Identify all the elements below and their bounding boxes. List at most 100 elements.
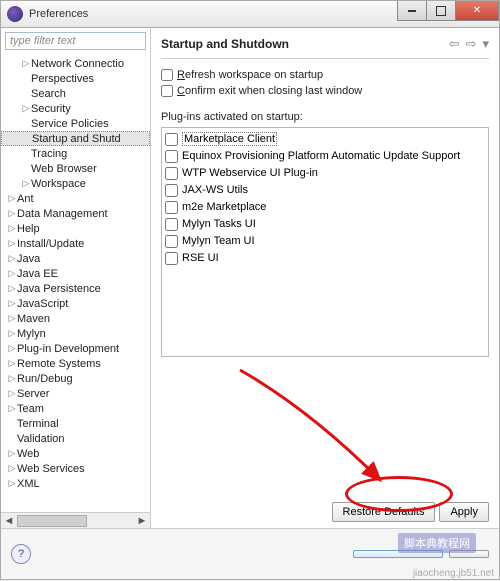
tree-item[interactable]: ▷Server <box>1 386 150 401</box>
tree-item[interactable]: ▷Data Management <box>1 206 150 221</box>
apply-button[interactable]: Apply <box>439 502 489 522</box>
plugin-checkbox[interactable] <box>165 201 178 214</box>
tree-item[interactable]: ▷Maven <box>1 311 150 326</box>
expand-icon[interactable]: ▷ <box>7 253 17 264</box>
tree-item[interactable]: ▷XML <box>1 476 150 491</box>
plugin-checkbox[interactable] <box>165 184 178 197</box>
tree-item-label: Ant <box>17 193 34 205</box>
content-area: type filter text ▷Network ConnectioPersp… <box>0 28 500 528</box>
plugin-checkbox[interactable] <box>165 252 178 265</box>
expand-icon[interactable]: ▷ <box>7 313 17 324</box>
expand-icon[interactable]: ▷ <box>7 283 17 294</box>
tree-item[interactable]: ▷Web <box>1 446 150 461</box>
plugin-item[interactable]: Equinox Provisioning Platform Automatic … <box>165 148 485 164</box>
expand-icon[interactable]: ▷ <box>7 328 17 339</box>
expand-icon[interactable]: ▷ <box>7 223 17 234</box>
expand-icon[interactable]: ▷ <box>21 103 31 114</box>
titlebar: Preferences <box>0 0 500 28</box>
tree-item[interactable]: Web Browser <box>1 161 150 176</box>
tree-item[interactable]: ▷Mylyn <box>1 326 150 341</box>
plugin-item[interactable]: Mylyn Tasks UI <box>165 216 485 232</box>
filter-input[interactable]: type filter text <box>5 32 146 50</box>
expand-icon[interactable]: ▷ <box>7 238 17 249</box>
plugin-label: Marketplace Client <box>182 132 277 146</box>
expand-icon[interactable]: ▷ <box>7 388 17 399</box>
tree-item[interactable]: ▷Network Connectio <box>1 56 150 71</box>
tree-item[interactable]: Terminal <box>1 416 150 431</box>
scroll-left-icon[interactable]: ◄ <box>1 514 17 528</box>
expand-icon[interactable]: ▷ <box>7 298 17 309</box>
plugin-checkbox[interactable] <box>165 218 178 231</box>
confirm-checkbox[interactable] <box>161 85 173 97</box>
sidebar-hscroll[interactable]: ◄ ► <box>1 512 150 528</box>
tree-item[interactable]: Search <box>1 86 150 101</box>
plugin-item[interactable]: m2e Marketplace <box>165 199 485 215</box>
tree-item[interactable]: ▷Ant <box>1 191 150 206</box>
tree-item[interactable]: ▷Web Services <box>1 461 150 476</box>
plugin-label: m2e Marketplace <box>182 201 266 213</box>
tree-item-label: Web Services <box>17 463 85 475</box>
plugin-item[interactable]: RSE UI <box>165 250 485 266</box>
help-icon[interactable]: ? <box>11 544 31 564</box>
tree-item[interactable]: Tracing <box>1 146 150 161</box>
plugin-item[interactable]: JAX-WS Utils <box>165 182 485 198</box>
plugin-item[interactable]: WTP Webservice UI Plug-in <box>165 165 485 181</box>
tree-item-label: Install/Update <box>17 238 84 250</box>
expand-icon[interactable]: ▷ <box>7 478 17 489</box>
plugin-checkbox[interactable] <box>165 235 178 248</box>
tree-item[interactable]: ▷Run/Debug <box>1 371 150 386</box>
close-button[interactable] <box>455 1 499 21</box>
tree-item[interactable]: ▷Java EE <box>1 266 150 281</box>
tree-item[interactable]: ▷Help <box>1 221 150 236</box>
tree-item[interactable]: ▷Java Persistence <box>1 281 150 296</box>
plugin-checkbox[interactable] <box>165 133 178 146</box>
tree-item-label: Search <box>31 88 66 100</box>
tree-item[interactable]: ▷Workspace <box>1 176 150 191</box>
expand-icon[interactable]: ▷ <box>7 403 17 414</box>
expand-icon[interactable]: ▷ <box>7 193 17 204</box>
nav-forward-icon[interactable]: ⇨ <box>466 36 477 52</box>
tree-item[interactable]: ▷Java <box>1 251 150 266</box>
tree-item[interactable]: ▷Install/Update <box>1 236 150 251</box>
plugin-checkbox[interactable] <box>165 167 178 180</box>
maximize-button[interactable] <box>426 1 456 21</box>
nav-menu-icon[interactable]: ▾ <box>482 36 489 52</box>
plugin-item[interactable]: Marketplace Client <box>165 131 485 147</box>
expand-icon[interactable]: ▷ <box>21 178 31 189</box>
refresh-checkbox[interactable] <box>161 69 173 81</box>
tree-item-label: Network Connectio <box>31 58 124 70</box>
expand-icon[interactable]: ▷ <box>7 373 17 384</box>
expand-icon[interactable]: ▷ <box>7 343 17 354</box>
tree-item[interactable]: ▷Team <box>1 401 150 416</box>
tree-item[interactable]: ▷Security <box>1 101 150 116</box>
plugin-checkbox[interactable] <box>165 150 178 163</box>
plugins-section-label: Plug-ins activated on startup: <box>161 111 489 123</box>
expand-icon[interactable]: ▷ <box>21 58 31 69</box>
main-header: Startup and Shutdown ⇦ ⇨ ▾ <box>161 36 489 59</box>
tree-item[interactable]: ▷Plug-in Development <box>1 341 150 356</box>
tree-item[interactable]: Service Policies <box>1 116 150 131</box>
expand-icon[interactable]: ▷ <box>7 448 17 459</box>
expand-icon[interactable]: ▷ <box>7 268 17 279</box>
tree-item[interactable]: Perspectives <box>1 71 150 86</box>
tree-item[interactable]: Startup and Shutd <box>1 131 150 146</box>
scroll-right-icon[interactable]: ► <box>134 514 150 528</box>
scroll-track[interactable] <box>17 514 134 528</box>
tree-item-label: Security <box>31 103 71 115</box>
expand-icon[interactable]: ▷ <box>7 208 17 219</box>
preferences-tree[interactable]: ▷Network ConnectioPerspectivesSearch▷Sec… <box>1 54 150 512</box>
plugins-list[interactable]: Marketplace Client Equinox Provisioning P… <box>161 127 489 357</box>
expand-icon[interactable]: ▷ <box>7 463 17 474</box>
restore-defaults-button[interactable]: Restore Defaults <box>332 502 436 522</box>
plugin-label: WTP Webservice UI Plug-in <box>182 167 318 179</box>
expand-icon[interactable]: ▷ <box>7 358 17 369</box>
nav-back-icon[interactable]: ⇦ <box>449 36 460 52</box>
tree-item[interactable]: ▷JavaScript <box>1 296 150 311</box>
tree-item[interactable]: ▷Remote Systems <box>1 356 150 371</box>
tree-item-label: JavaScript <box>17 298 68 310</box>
minimize-button[interactable] <box>397 1 427 21</box>
tree-item[interactable]: Validation <box>1 431 150 446</box>
plugin-item[interactable]: Mylyn Team UI <box>165 233 485 249</box>
scroll-thumb[interactable] <box>17 515 87 527</box>
plugin-label: Equinox Provisioning Platform Automatic … <box>182 150 460 162</box>
